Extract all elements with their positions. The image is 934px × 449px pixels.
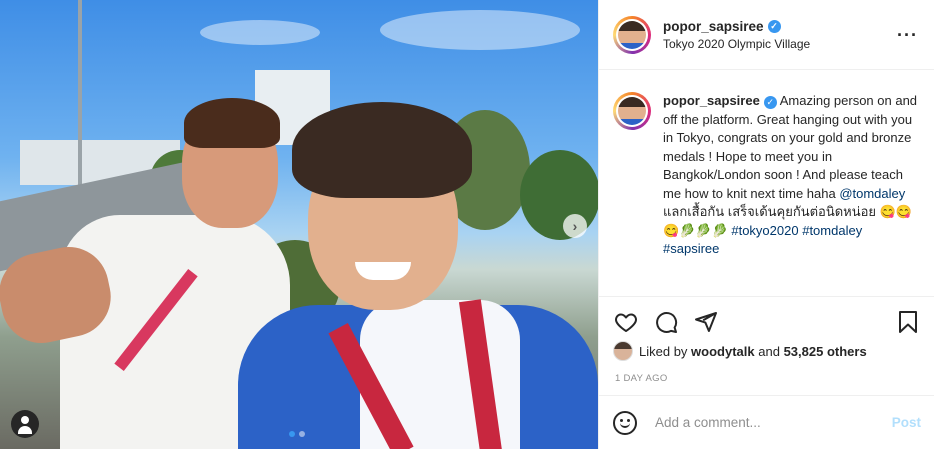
- mention-link[interactable]: @tomdaley: [839, 186, 905, 201]
- likes-others-link[interactable]: 53,825 others: [784, 344, 867, 359]
- user-tag-icon[interactable]: [11, 410, 39, 438]
- carousel-dot-active: [289, 431, 295, 437]
- caption-text: popor_sapsiree ✓ Amazing person on and of…: [663, 92, 918, 259]
- username-text[interactable]: popor_sapsiree: [663, 19, 764, 34]
- post-comment-button[interactable]: Post: [892, 415, 921, 430]
- post-side-panel: popor_sapsiree ✓ Tokyo 2020 Olympic Vill…: [598, 0, 934, 449]
- emoji-icon[interactable]: [613, 410, 637, 435]
- person-right-hair: [292, 102, 472, 198]
- header-username[interactable]: popor_sapsiree ✓: [663, 19, 810, 34]
- liker-avatar[interactable]: [613, 341, 633, 361]
- post-timestamp[interactable]: 1 DAY AGO: [615, 373, 668, 384]
- likes-prefix: Liked by: [639, 343, 688, 359]
- comment-input[interactable]: [655, 415, 865, 430]
- action-bar: [599, 296, 934, 346]
- more-horizontal-icon[interactable]: ···: [897, 26, 918, 44]
- caption-avatar[interactable]: [613, 92, 651, 130]
- comment-icon[interactable]: [653, 309, 679, 335]
- carousel-dot: [299, 431, 305, 437]
- caption-body: Amazing person on and off the platform. …: [663, 93, 918, 201]
- post-header: popor_sapsiree ✓ Tokyo 2020 Olympic Vill…: [599, 0, 934, 70]
- comment-bar: Post: [599, 395, 934, 449]
- lamp-post: [78, 0, 82, 200]
- hashtag-link[interactable]: #sapsiree: [663, 241, 719, 256]
- chevron-right-icon[interactable]: ›: [563, 214, 587, 238]
- post-photo[interactable]: ›: [0, 0, 598, 449]
- cloud: [380, 10, 580, 50]
- hashtag-link[interactable]: #tomdaley: [802, 223, 862, 238]
- carousel-indicator: [289, 431, 305, 437]
- paper-plane-icon[interactable]: [693, 309, 719, 335]
- cloud: [200, 20, 320, 45]
- location-link[interactable]: Tokyo 2020 Olympic Village: [663, 37, 810, 51]
- caption: popor_sapsiree ✓ Amazing person on and of…: [613, 92, 923, 259]
- bookmark-icon[interactable]: [895, 309, 921, 335]
- person-left-hair: [184, 98, 280, 148]
- likes-summary: Liked by woodytalk and 53,825 others: [613, 341, 867, 361]
- verified-badge-icon: ✓: [767, 19, 781, 33]
- likes-and: and: [758, 343, 780, 359]
- caption-username[interactable]: popor_sapsiree: [663, 93, 760, 108]
- verified-badge-icon: ✓: [763, 95, 777, 109]
- avatar[interactable]: [613, 15, 651, 54]
- heart-icon[interactable]: [613, 309, 639, 335]
- liker-username[interactable]: woodytalk: [691, 344, 755, 359]
- hashtag-link[interactable]: #tokyo2020: [731, 223, 798, 238]
